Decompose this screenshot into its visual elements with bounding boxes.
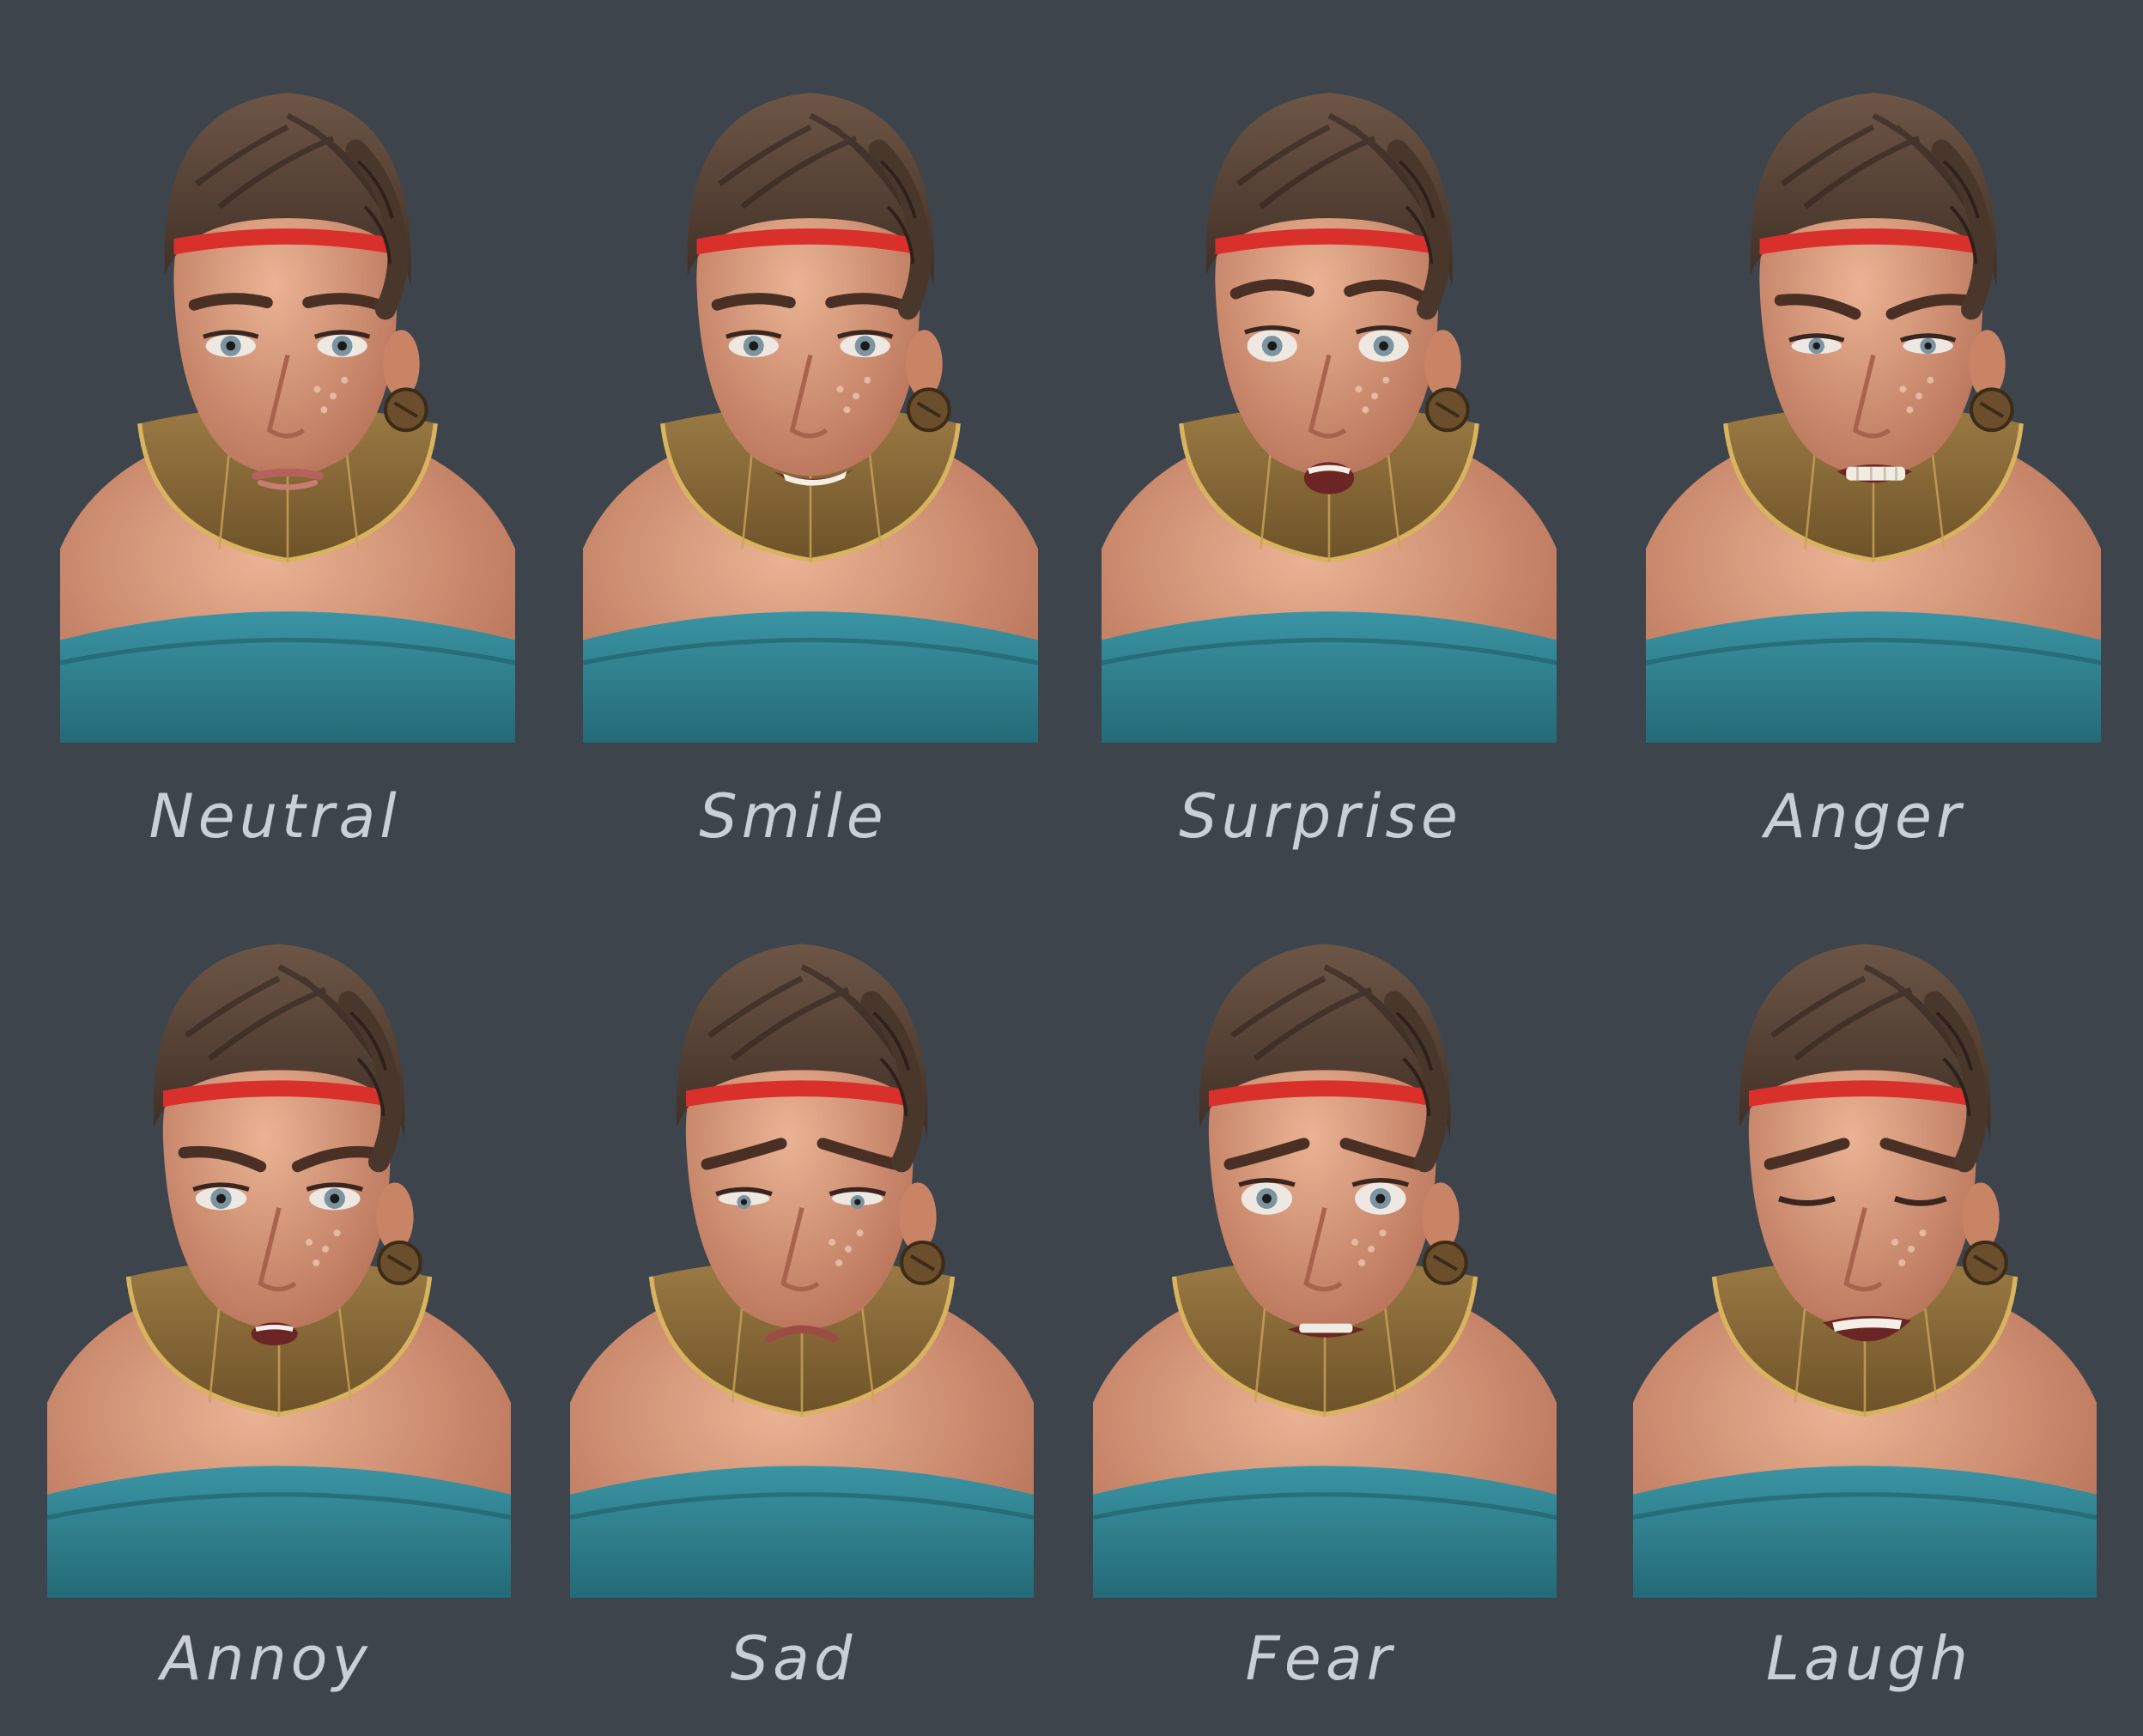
expression-cell: Sad xyxy=(536,868,1072,1736)
expression-cell: Laugh xyxy=(1607,868,2143,1736)
expression-label: Anger xyxy=(1764,781,1965,852)
portrait-image xyxy=(583,47,1038,743)
portrait-image xyxy=(60,47,515,743)
expression-label: Sad xyxy=(730,1624,857,1694)
expression-cell: Fear xyxy=(1072,868,1607,1736)
expression-cell: Neutral xyxy=(0,0,536,868)
expression-label: Surprise xyxy=(1179,781,1462,852)
expression-cell: Smile xyxy=(536,0,1072,868)
portrait-image xyxy=(47,898,511,1598)
expression-label: Fear xyxy=(1245,1624,1396,1694)
expression-cell: Anger xyxy=(1607,0,2143,868)
portrait-image xyxy=(1646,47,2101,743)
expression-cell: Annoy xyxy=(0,868,536,1736)
expression-label: Smile xyxy=(699,781,888,852)
portrait-image xyxy=(1102,47,1557,743)
portrait-image xyxy=(1633,898,2097,1598)
portrait-image xyxy=(570,898,1034,1598)
expression-label: Neutral xyxy=(149,781,401,852)
expression-label: Laugh xyxy=(1765,1624,1973,1694)
portrait-image xyxy=(1093,898,1557,1598)
expression-cell: Surprise xyxy=(1072,0,1607,868)
expression-label: Annoy xyxy=(161,1624,372,1694)
expression-sheet: Neutral Smile Surprise Anger Annoy Sad F… xyxy=(0,0,2143,1736)
